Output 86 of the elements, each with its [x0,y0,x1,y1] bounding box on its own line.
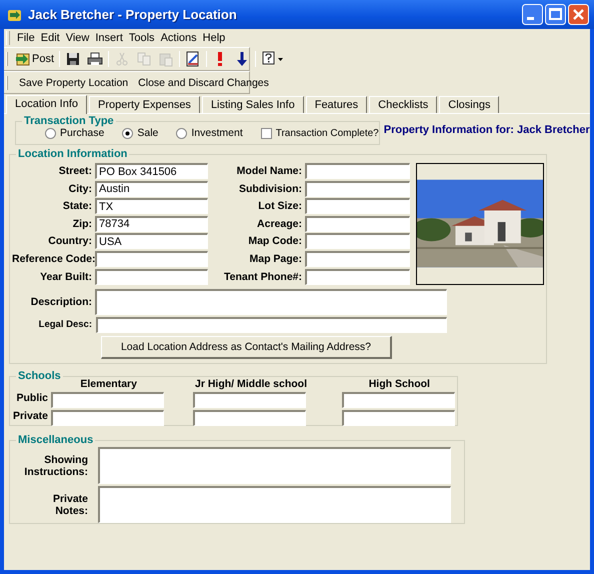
input-field[interactable] [305,233,410,250]
menu-item[interactable]: Insert [92,32,126,44]
field-label: Zip: [72,218,92,230]
minimize-button[interactable] [522,4,543,25]
input-field[interactable] [305,180,410,197]
menu-item[interactable]: View [62,32,92,44]
input-field[interactable]: USA [95,233,208,250]
toolbar-button[interactable]: Close and Discard Changes [135,74,272,90]
menu-item[interactable]: Tools [126,32,158,44]
close-button[interactable] [568,4,589,25]
post-button[interactable]: Post [12,50,58,68]
field-label: Year Built: [39,270,92,283]
checkbox[interactable] [260,128,272,138]
radio-button[interactable] [122,128,134,138]
group-title: Miscellaneous [17,434,94,446]
radio-label[interactable]: Investment [191,127,243,139]
field-label: State: [62,200,92,212]
input-field[interactable] [305,163,410,179]
toolbar-button[interactable]: Save Property Location [16,74,132,90]
column-header: Jr High/ Middle school [194,378,308,390]
field-label: Model Name: [236,165,302,177]
input-field[interactable] [342,392,455,408]
menu-item[interactable]: Edit [38,32,63,44]
input-field[interactable]: 78734 [95,216,208,232]
input-field[interactable] [51,392,164,408]
tab[interactable]: Property Expenses [89,96,200,113]
field-label: Reference Code: [12,252,92,265]
input-field[interactable] [305,268,410,285]
text-area[interactable] [98,447,451,484]
field-label: Map Code: [248,235,302,248]
tab[interactable]: Location Info [6,95,87,114]
input-field[interactable]: PO Box 341506 [95,163,208,179]
row-label: Private [12,410,49,424]
field-label: City: [68,182,92,195]
field-label: Lot Size: [258,200,302,212]
input-field[interactable]: TX [95,198,208,214]
input-field[interactable] [51,410,164,426]
load-address-button[interactable]: Load Location Address as Contact's Mailing Address? [101,336,392,359]
maximize-button[interactable] [545,4,566,25]
field-label: Showing Instructions: [23,454,88,478]
printer-icon[interactable] [87,51,104,67]
field-label: Country: [47,235,92,248]
tab[interactable]: Listing Sales Info [202,96,304,113]
tab[interactable]: Closings [439,96,500,113]
column-header: Elementary [79,378,138,390]
radio-label[interactable]: Sale [137,127,158,139]
field-label: Acreage: [257,218,302,230]
row-label: Public [15,392,49,406]
checkbox-label[interactable]: Transaction Complete? [276,128,379,138]
tab[interactable]: Checklists [369,96,438,113]
input-field[interactable] [305,198,410,214]
tab[interactable]: Features [306,96,368,113]
radio-button[interactable] [176,128,188,138]
field-label: Legal Desc: [38,319,92,330]
field-label: Description: [30,296,92,308]
property-info-heading: Property Information for: Jack Bretcher [384,124,590,136]
input-field[interactable] [193,410,306,426]
window-title: Jack Bretcher - Property Location [28,7,238,22]
input-field[interactable]: Austin [95,180,208,197]
group-title: Location Information [17,148,128,160]
dropdown-caret-icon[interactable] [278,58,284,60]
field-label: Map Page: [249,252,302,265]
column-header: High School [368,378,431,390]
radio-label[interactable]: Purchase [60,127,104,139]
input-field[interactable] [193,392,306,408]
input-field[interactable] [342,410,455,426]
input-field[interactable] [305,250,410,267]
text-area[interactable] [98,486,451,523]
menu-item[interactable]: File [14,32,38,44]
group-title: Schools [17,370,62,382]
field-label: Tenant Phone#: [224,270,302,283]
menu-item[interactable]: Help [200,32,228,44]
post-icon [15,51,31,67]
input-field[interactable] [95,268,208,285]
input-field[interactable] [95,288,447,315]
input-field[interactable] [96,316,447,333]
input-field[interactable] [305,216,410,232]
field-label: Street: [58,165,92,177]
field-label: Subdivision: [239,182,302,195]
menu-item[interactable]: Actions [158,32,200,44]
document-pencil-icon[interactable] [185,51,202,67]
help-icon[interactable] [261,51,278,67]
input-field[interactable] [95,250,208,267]
radio-button[interactable] [45,128,56,138]
group-title: Transaction Type [23,115,115,127]
field-label: Private Notes: [52,492,88,516]
